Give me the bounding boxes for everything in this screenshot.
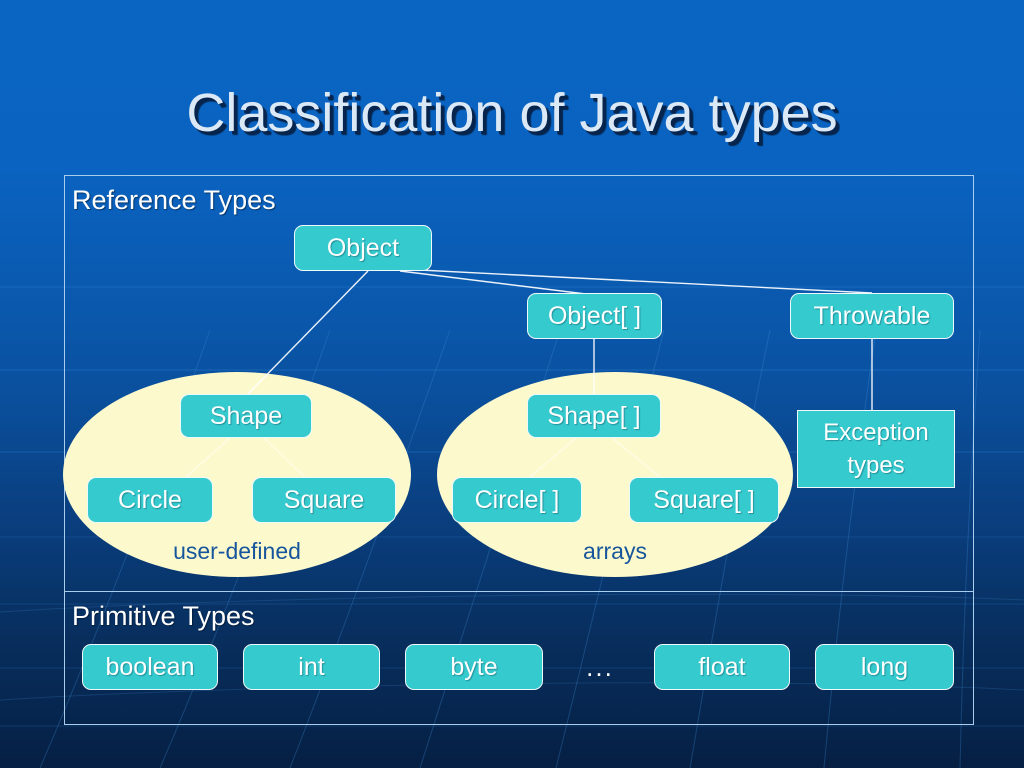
node-object-array[interactable]: Object[ ] (527, 293, 662, 339)
node-circle-array[interactable]: Circle[ ] (452, 477, 582, 523)
node-primitive-boolean[interactable]: boolean (82, 644, 218, 690)
section-label-primitive-types: Primitive Types (72, 601, 255, 631)
node-primitive-long[interactable]: long (815, 644, 954, 690)
node-object[interactable]: Object (294, 225, 432, 271)
group-label-user-defined: user-defined (173, 538, 301, 564)
section-divider (64, 591, 974, 592)
section-label-reference-types: Reference Types (72, 185, 276, 215)
group-label-arrays: arrays (583, 538, 647, 564)
primitives-ellipsis: ... (586, 652, 614, 682)
node-primitive-byte[interactable]: byte (405, 644, 543, 690)
page-title: Classification of Java types (186, 83, 838, 143)
node-primitive-float[interactable]: float (654, 644, 790, 690)
node-square-array[interactable]: Square[ ] (629, 477, 779, 523)
node-throwable[interactable]: Throwable (790, 293, 954, 339)
node-shape[interactable]: Shape (180, 394, 312, 438)
node-square[interactable]: Square (252, 477, 396, 523)
node-circle[interactable]: Circle (87, 477, 213, 523)
node-primitive-int[interactable]: int (243, 644, 380, 690)
node-shape-array[interactable]: Shape[ ] (527, 394, 661, 438)
slide-canvas: Classification of Java types Reference T… (0, 0, 1024, 768)
node-exception-types[interactable]: Exception types (797, 410, 955, 488)
